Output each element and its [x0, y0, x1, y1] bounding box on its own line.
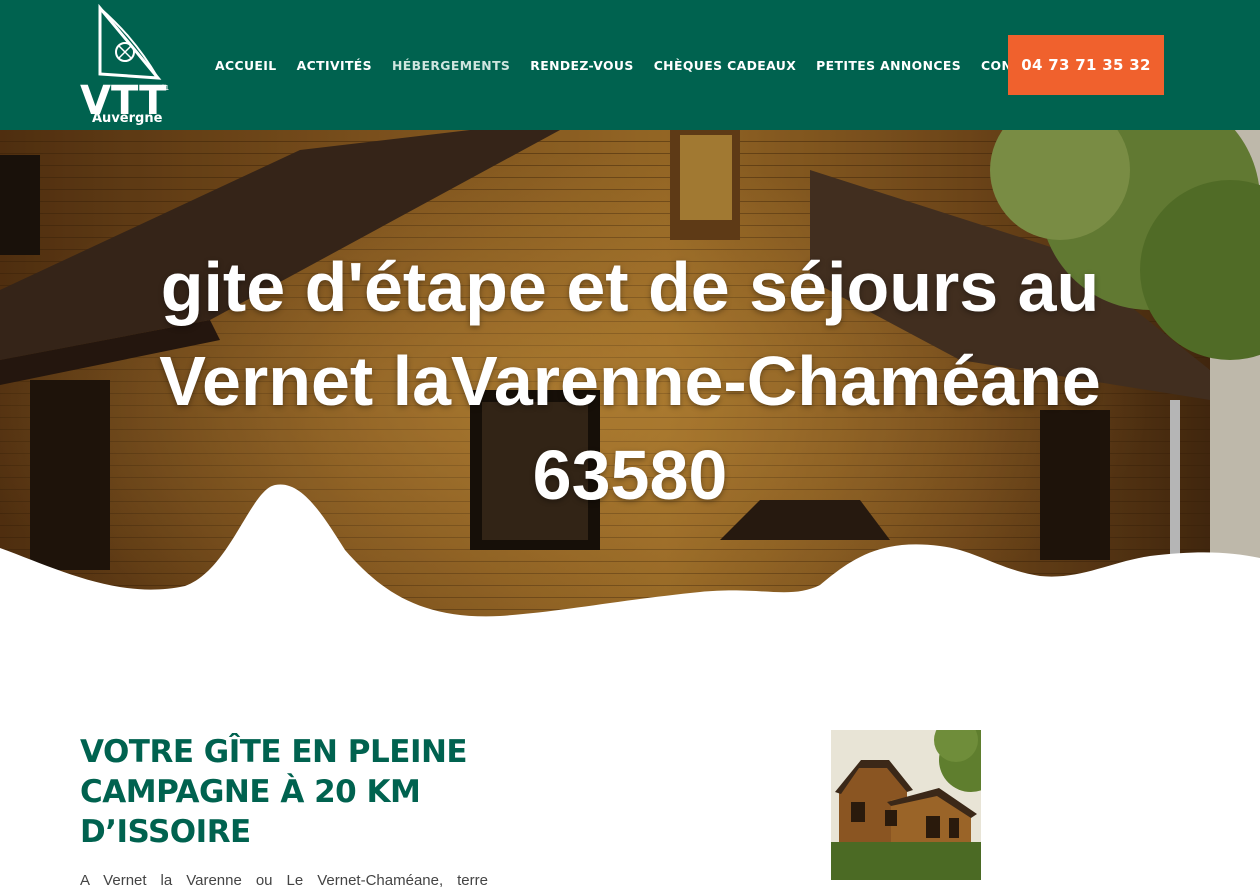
phone-button[interactable]: 04 73 71 35 32: [1008, 35, 1164, 95]
logo-icon: VTT N°1 Auvergne: [80, 4, 169, 126]
nav-item-accueil[interactable]: ACCUEIL: [205, 48, 287, 84]
nav-item-hebergements[interactable]: HÉBERGEMENTS: [382, 48, 520, 84]
nav-item-rendez-vous[interactable]: RENDEZ-VOUS: [520, 48, 643, 84]
gite-photo: [831, 730, 981, 880]
logo-badge: N°1: [156, 84, 169, 92]
nav-item-petites-annonces[interactable]: PETITES ANNONCES: [806, 48, 971, 84]
site-header: VTT N°1 Auvergne ACCUEIL ACTIVITÉS HÉBER…: [0, 0, 1260, 130]
logo-subtext: Auvergne: [92, 111, 163, 126]
hero-banner: gite d'étape et de séjours au Vernet laV…: [0, 130, 1260, 630]
section-body-text: A Vernet la Varenne ou Le Vernet-Chaméan…: [80, 872, 488, 889]
site-logo[interactable]: VTT N°1 Auvergne: [78, 4, 178, 126]
section-title: VOTRE GÎTE EN PLEINE CAMPAGNE À 20 KM D’…: [80, 734, 468, 850]
hero-wave-divider: [0, 484, 1260, 630]
nav-item-activites[interactable]: ACTIVITÉS: [287, 48, 382, 84]
gite-thumbnail-image[interactable]: [831, 730, 981, 880]
main-nav: ACCUEIL ACTIVITÉS HÉBERGEMENTS RENDEZ-VO…: [205, 48, 1058, 84]
nav-item-cheques-cadeaux[interactable]: CHÈQUES CADEAUX: [644, 48, 806, 84]
